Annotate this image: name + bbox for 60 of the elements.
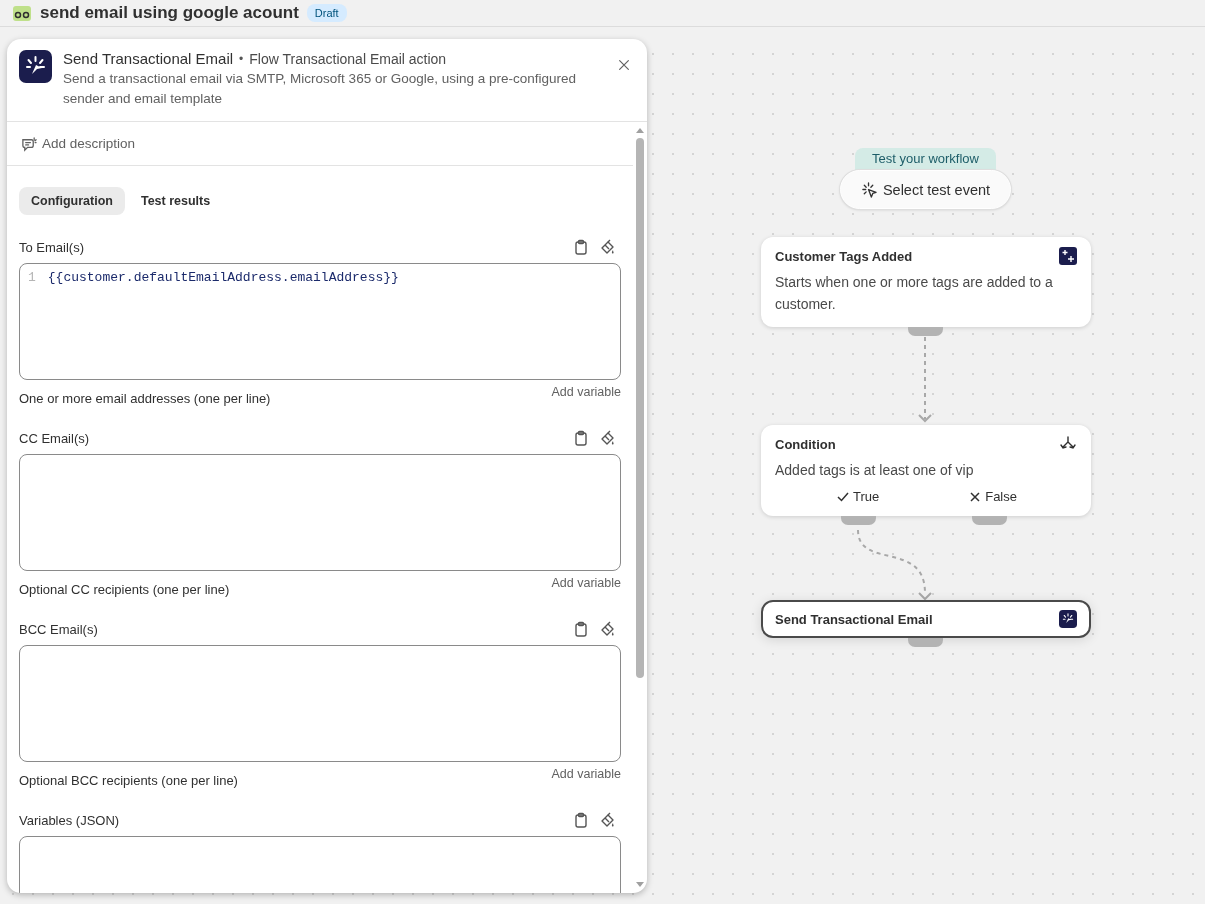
field-label: CC Email(s) [19, 430, 90, 446]
close-icon [616, 57, 632, 73]
paint-bucket-icon[interactable] [599, 239, 615, 255]
cross-icon [969, 490, 982, 503]
add-variable-link[interactable]: Add variable [551, 767, 621, 781]
clipboard-icon[interactable] [573, 621, 589, 637]
clipboard-icon[interactable] [573, 239, 589, 255]
branch-label: False [985, 489, 1017, 504]
node-port[interactable] [908, 327, 943, 336]
add-description-button[interactable]: Add description [21, 135, 136, 152]
add-variable-link[interactable]: Add variable [551, 576, 621, 590]
node-port[interactable] [841, 516, 876, 525]
code-text: {{customer.defaultEmailAddress.emailAddress}} [47, 270, 399, 287]
panel-description: Send a transactional email via SMTP, Microsoft 365 or Google, using a pre-configured sender and email template [63, 70, 578, 108]
sparkle-send-icon [1059, 610, 1077, 628]
workflow-node-card[interactable]: Customer Tags Added Starts when one or more tags are added to a customer. [761, 237, 1091, 327]
sparkle-send-icon [19, 50, 52, 83]
node-description: Added tags is at least one of vip [775, 461, 975, 480]
node-description: Starts when one or more tags are added to a customer. [775, 273, 1054, 314]
node-port[interactable] [908, 638, 943, 647]
paint-bucket-icon[interactable] [599, 621, 615, 637]
sparkle-plus-icon [1059, 247, 1077, 265]
clipboard-icon[interactable] [573, 430, 589, 446]
node-port[interactable] [972, 516, 1007, 525]
page-title: send email using google acount [40, 3, 299, 23]
status-badge: Draft [306, 4, 347, 22]
clipboard-icon[interactable] [573, 812, 589, 828]
code-editor-field[interactable] [19, 454, 621, 571]
add-variable-link[interactable]: Add variable [551, 385, 621, 399]
comment-icon [21, 135, 37, 152]
help-text: Optional BCC recipients (one per line) [19, 773, 238, 788]
help-text: One or more email addresses (one per line) [19, 391, 271, 406]
flow-icon [12, 3, 32, 23]
field-label: BCC Email(s) [19, 621, 98, 637]
scrollbar-thumb[interactable] [636, 138, 644, 678]
cursor-click-icon [860, 181, 877, 198]
help-text: Optional CC recipients (one per line) [19, 582, 230, 597]
node-title: Condition [775, 436, 836, 452]
panel-title: Send Transactional Email [63, 50, 234, 67]
field-label: To Email(s) [19, 239, 84, 255]
paint-bucket-icon[interactable] [599, 812, 615, 828]
tab[interactable]: Configuration [19, 187, 125, 215]
scroll-up-arrow-icon[interactable] [635, 126, 645, 134]
test-workflow-label: Test your workflow [855, 148, 996, 170]
panel-subtitle: Flow Transactional Email action [249, 50, 447, 67]
check-icon [837, 490, 849, 503]
code-editor-field[interactable] [19, 645, 621, 762]
workflow-node-card[interactable]: Condition Added tags is at least one of vip True False [761, 425, 1091, 516]
branch-label: True [853, 489, 880, 504]
line-number: 1 [28, 270, 36, 287]
node-title: Customer Tags Added [775, 248, 913, 264]
select-test-event-button[interactable]: Select test event [840, 170, 1011, 209]
paint-bucket-icon[interactable] [599, 430, 615, 446]
tab[interactable]: Test results [128, 187, 223, 215]
field-label: Variables (JSON) [19, 812, 120, 828]
separator-dot: • [239, 51, 244, 66]
code-editor-field[interactable]: 1 {{customer.defaultEmailAddress.emailAddress}} [19, 263, 621, 380]
scroll-down-arrow-icon[interactable] [635, 881, 645, 889]
workflow-node-card[interactable]: Send Transactional Email [761, 600, 1091, 638]
node-title: Send Transactional Email [775, 611, 933, 627]
